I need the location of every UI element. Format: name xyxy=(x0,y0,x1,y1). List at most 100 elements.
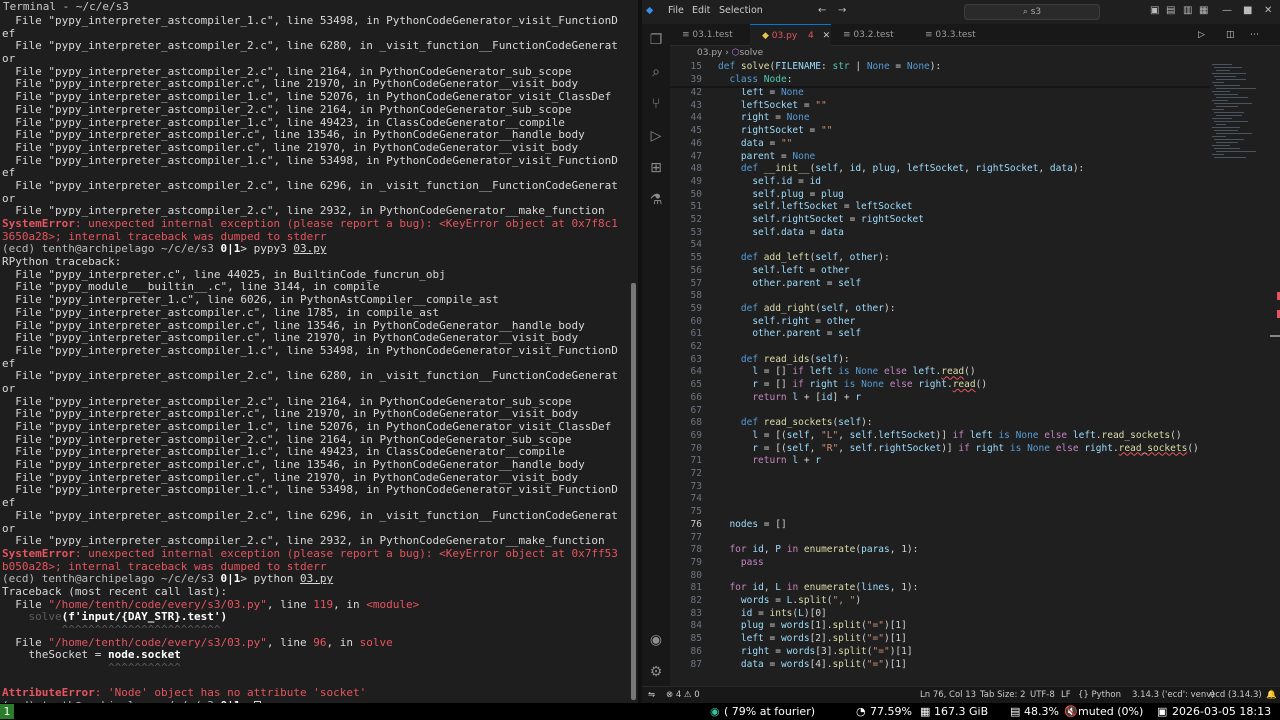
python-interpreter[interactable]: 3.14.3 ('ecd': venv) xyxy=(1132,690,1215,700)
code-line[interactable]: 74 xyxy=(670,493,1210,506)
code-line[interactable]: 68 def read_sockets(self): xyxy=(670,417,1210,430)
code-line[interactable]: 63 def read_ids(self): xyxy=(670,354,1210,367)
code-line[interactable]: 65 r = [] if right is None else right.re… xyxy=(670,379,1210,392)
code-line[interactable]: 86 right = words[3].split("=")[1] xyxy=(670,646,1210,659)
menu-edit[interactable]: Edit xyxy=(692,5,710,16)
settings-gear-icon[interactable]: ⚙ xyxy=(648,664,664,680)
menu-selection[interactable]: Selection xyxy=(719,5,763,16)
code-line[interactable]: 52 self.rightSocket = rightSocket xyxy=(670,214,1210,227)
code-line[interactable]: 76 nodes = [] xyxy=(670,519,1210,532)
code-line[interactable]: 80 xyxy=(670,570,1210,583)
code-line[interactable]: 69 l = [(self, "L", self.leftSocket)] if… xyxy=(670,430,1210,443)
problems-indicator[interactable]: ⊗ 4 ⚠ 0 xyxy=(666,690,700,700)
python-environment[interactable]: ecd (3.14.3) xyxy=(1210,690,1262,700)
encoding[interactable]: UTF-8 xyxy=(1030,690,1055,700)
code-editor[interactable]: 15 def solve(FILENAME: str | None = None)… xyxy=(670,60,1210,686)
code-line[interactable]: 48 def __init__(self, id, plug, leftSock… xyxy=(670,163,1210,176)
line-ending[interactable]: LF xyxy=(1061,690,1071,700)
workspace-indicator[interactable]: 1 xyxy=(0,704,14,719)
tab-03-1-test[interactable]: ≡ 03.1.test xyxy=(670,24,750,46)
search-icon[interactable]: ⌕ xyxy=(648,64,664,80)
code-line[interactable]: 53 self.data = data xyxy=(670,227,1210,240)
code-line[interactable]: 84 plug = words[1].split("=")[1] xyxy=(670,620,1210,633)
layout-sidebar-icon[interactable]: ▣ xyxy=(1150,5,1159,16)
code-line[interactable]: 56 self.left = other xyxy=(670,265,1210,278)
code-line[interactable]: 54 xyxy=(670,239,1210,252)
code-line[interactable]: 62 xyxy=(670,341,1210,354)
close-window-icon[interactable]: ✕ xyxy=(1264,5,1272,16)
traceback-path[interactable]: "/home/tenth/code/every/s3/03.py" xyxy=(48,599,267,611)
code-line[interactable]: 51 self.leftSocket = leftSocket xyxy=(670,201,1210,214)
back-arrow-icon[interactable]: ← xyxy=(818,5,826,16)
code-line[interactable]: 75 xyxy=(670,506,1210,519)
code-line[interactable]: 78 for id, P in enumerate(paras, 1): xyxy=(670,544,1210,557)
code-line[interactable]: 77 xyxy=(670,532,1210,545)
code-line[interactable]: 64 l = [] if left is None else left.read… xyxy=(670,366,1210,379)
code-line[interactable]: 45 rightSocket = "" xyxy=(670,125,1210,138)
code-line[interactable]: 85 left = words[2].split("=")[1] xyxy=(670,633,1210,646)
minimap[interactable] xyxy=(1208,60,1266,686)
layout-panel-icon[interactable]: ▤ xyxy=(1166,5,1175,16)
testing-icon[interactable]: ⚗ xyxy=(648,192,664,208)
tab-03-2-test[interactable]: ≡ 03.2.test xyxy=(831,24,913,46)
split-editor-icon[interactable]: ◫ xyxy=(1226,24,1235,46)
account-icon[interactable]: ◉ xyxy=(648,632,664,648)
code-line[interactable]: 49 self.id = id xyxy=(670,176,1210,189)
sticky-scroll-line[interactable]: 15 def solve(FILENAME: str | None = None)… xyxy=(670,61,1210,74)
code-line[interactable]: 46 data = "" xyxy=(670,138,1210,151)
source-control-icon[interactable]: ⑂ xyxy=(648,96,664,112)
code-line[interactable]: 61 other.parent = self xyxy=(670,328,1210,341)
clock[interactable]: 2026-03-05 18:13 xyxy=(1172,704,1271,719)
indentation[interactable]: Tab Size: 2 xyxy=(980,690,1026,700)
cursor-position[interactable]: Ln 76, Col 13 xyxy=(920,690,976,700)
code-line[interactable]: 70 r = [(self, "R", self.rightSocket)] i… xyxy=(670,443,1210,456)
code-line[interactable]: 60 self.right = other xyxy=(670,316,1210,329)
menu-file[interactable]: File xyxy=(668,5,684,16)
breadcrumb-file[interactable]: 03.py xyxy=(697,48,722,58)
traceback-path[interactable]: "/home/tenth/code/every/s3/03.py" xyxy=(48,637,267,649)
sticky-scroll-line[interactable]: 39 class Node: xyxy=(670,73,1210,87)
code-line[interactable]: 67 xyxy=(670,405,1210,418)
code-line[interactable]: 81 for id, L in enumerate(lines, 1): xyxy=(670,582,1210,595)
code-line[interactable]: 44 right = None xyxy=(670,112,1210,125)
language-mode[interactable]: {} Python xyxy=(1078,690,1121,700)
code-line[interactable]: 66 return l + [id] + r xyxy=(670,392,1210,405)
remote-indicator-icon[interactable]: ⇋ xyxy=(648,690,655,700)
explorer-icon[interactable]: ❐ xyxy=(648,32,664,48)
volume-status[interactable]: muted (0%) xyxy=(1078,704,1143,719)
run-file-icon[interactable]: ▷ xyxy=(1198,24,1205,46)
extensions-icon[interactable]: ⊞ xyxy=(648,160,664,176)
code-line[interactable]: 59 def add_right(self, other): xyxy=(670,303,1210,316)
maximize-icon[interactable]: ■ xyxy=(1243,5,1252,16)
terminal-window[interactable]: Terminal - ~/c/e/s3 File "pypy_interpret… xyxy=(0,0,638,703)
code-line[interactable]: 73 xyxy=(670,481,1210,494)
code-line[interactable]: 43 leftSocket = "" xyxy=(670,100,1210,113)
code-line[interactable]: 82 words = L.split(", ") xyxy=(670,595,1210,608)
editor-scrollbar[interactable] xyxy=(1270,60,1280,686)
layout-secondary-icon[interactable]: ▥ xyxy=(1183,5,1192,16)
code-line[interactable]: 55 def add_left(self, other): xyxy=(670,252,1210,265)
terminal-scrollbar[interactable] xyxy=(631,283,636,700)
forward-arrow-icon[interactable]: → xyxy=(838,5,846,16)
code-line[interactable]: 50 self.plug = plug xyxy=(670,189,1210,202)
more-actions-icon[interactable]: ⋯ xyxy=(1250,24,1259,46)
close-tab-icon[interactable]: ✕ xyxy=(823,31,831,41)
code-line[interactable]: 58 xyxy=(670,290,1210,303)
code-line[interactable]: 47 parent = None xyxy=(670,151,1210,164)
tab-03-3-test[interactable]: ≡ 03.3.test xyxy=(913,24,995,46)
command-center-search[interactable]: ⌕ s3 xyxy=(964,4,1100,20)
tab-03-py[interactable]: ◆ 03.py 4 ✕ xyxy=(750,24,831,46)
minimize-icon[interactable]: — xyxy=(1222,5,1232,16)
code-line[interactable]: 72 xyxy=(670,468,1210,481)
code-line[interactable]: 42 left = None xyxy=(670,87,1210,100)
run-debug-icon[interactable]: ▷ xyxy=(648,128,664,144)
code-line[interactable]: 79 pass xyxy=(670,557,1210,570)
layout-customize-icon[interactable]: ▦ xyxy=(1199,5,1208,16)
notifications-bell-icon[interactable]: 🔔 xyxy=(1266,690,1277,700)
code-line[interactable]: 57 other.parent = self xyxy=(670,278,1210,291)
code-line[interactable]: 71 return l + r xyxy=(670,455,1210,468)
breadcrumb-symbol[interactable]: solve xyxy=(740,48,764,58)
code-line[interactable]: 83 id = ints(L)[0] xyxy=(670,608,1210,621)
terminal-output[interactable]: File "pypy_interpreter_astcompiler_1.c",… xyxy=(2,15,627,703)
code-line[interactable]: 87 data = words[4].split("=")[1] xyxy=(670,659,1210,672)
